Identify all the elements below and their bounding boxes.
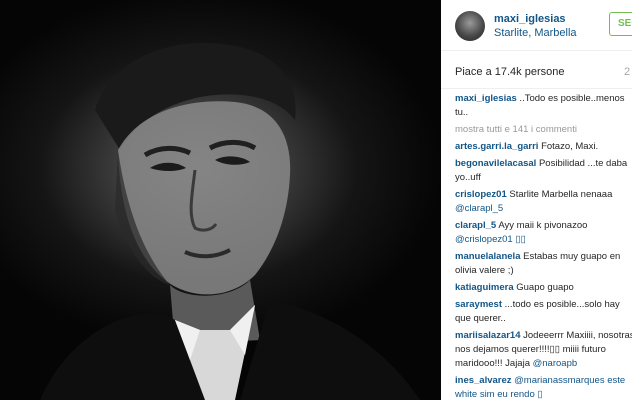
comment-user[interactable]: crislopez01 bbox=[455, 189, 507, 200]
portrait-image bbox=[40, 42, 420, 400]
comment-mention[interactable]: @naroapb bbox=[533, 358, 578, 369]
comments-list: maxi_iglesias ..Todo es posible..menos t… bbox=[455, 92, 632, 400]
view-all-comments-link[interactable]: mostra tutti e 141 i commenti bbox=[455, 123, 632, 137]
follow-button[interactable]: SEGUI bbox=[609, 12, 632, 36]
comment-text: Starlite Marbella nenaaa bbox=[506, 189, 613, 200]
comment-user[interactable]: saraymest bbox=[455, 299, 502, 310]
comment-user[interactable]: katiaguimera bbox=[455, 282, 514, 293]
likes-row: Piace a 17.4k persone 2 bbox=[441, 52, 632, 89]
comment-item: mariisalazar14 Jodeeerrr Maxiiii, nosotr… bbox=[455, 329, 632, 371]
comment-text: Ayy maii k pivonazoo bbox=[496, 220, 588, 231]
comment-item: crislopez01 Starlite Marbella nenaaa @cl… bbox=[455, 188, 632, 216]
comment-user[interactable]: artes.garri.la_garri bbox=[455, 141, 538, 152]
comment-item: manuelalanela Estabas muy guapo en olivi… bbox=[455, 250, 632, 278]
comment-user[interactable]: maxi_iglesias bbox=[455, 93, 517, 104]
post-header: maxi_iglesias Starlite, Marbella SEGUI bbox=[441, 0, 632, 51]
comment-item: clarapl_5 Ayy maii k pivonazoo @crislope… bbox=[455, 219, 632, 247]
comment-item: ines_alvarez @marianassmarques este whit… bbox=[455, 374, 632, 400]
likes-count[interactable]: Piace a 17.4k persone bbox=[455, 66, 564, 78]
comment-user[interactable]: ines_alvarez bbox=[455, 375, 512, 386]
comment-user[interactable]: begonavilelacasal bbox=[455, 158, 536, 169]
comment-user[interactable]: clarapl_5 bbox=[455, 220, 496, 231]
comment-item: katiaguimera Guapo guapo bbox=[455, 281, 632, 295]
comment-mention[interactable]: @crislopez01 ▯▯ bbox=[455, 234, 526, 245]
caption: maxi_iglesias ..Todo es posible..menos t… bbox=[455, 92, 632, 120]
post-timestamp[interactable]: 2 bbox=[624, 66, 630, 78]
comment-item: artes.garri.la_garri Fotazo, Maxi. bbox=[455, 140, 632, 154]
comment-user[interactable]: manuelalanela bbox=[455, 251, 520, 262]
post-photo[interactable] bbox=[0, 0, 441, 400]
comment-user[interactable]: mariisalazar14 bbox=[455, 330, 521, 341]
avatar[interactable] bbox=[455, 11, 485, 41]
comment-text: Fotazo, Maxi. bbox=[538, 141, 599, 152]
comment-item: begonavilelacasal Posibilidad ...te daba… bbox=[455, 157, 632, 185]
comment-item: saraymest ...todo es posible...solo hay … bbox=[455, 298, 632, 326]
post-sidebar: maxi_iglesias Starlite, Marbella SEGUI P… bbox=[441, 0, 632, 400]
owner-username-link[interactable]: maxi_iglesias bbox=[494, 13, 566, 25]
comment-mention[interactable]: @clarapl_5 bbox=[455, 203, 503, 214]
location-link[interactable]: Starlite, Marbella bbox=[494, 27, 577, 39]
comment-text: Guapo guapo bbox=[513, 282, 574, 293]
